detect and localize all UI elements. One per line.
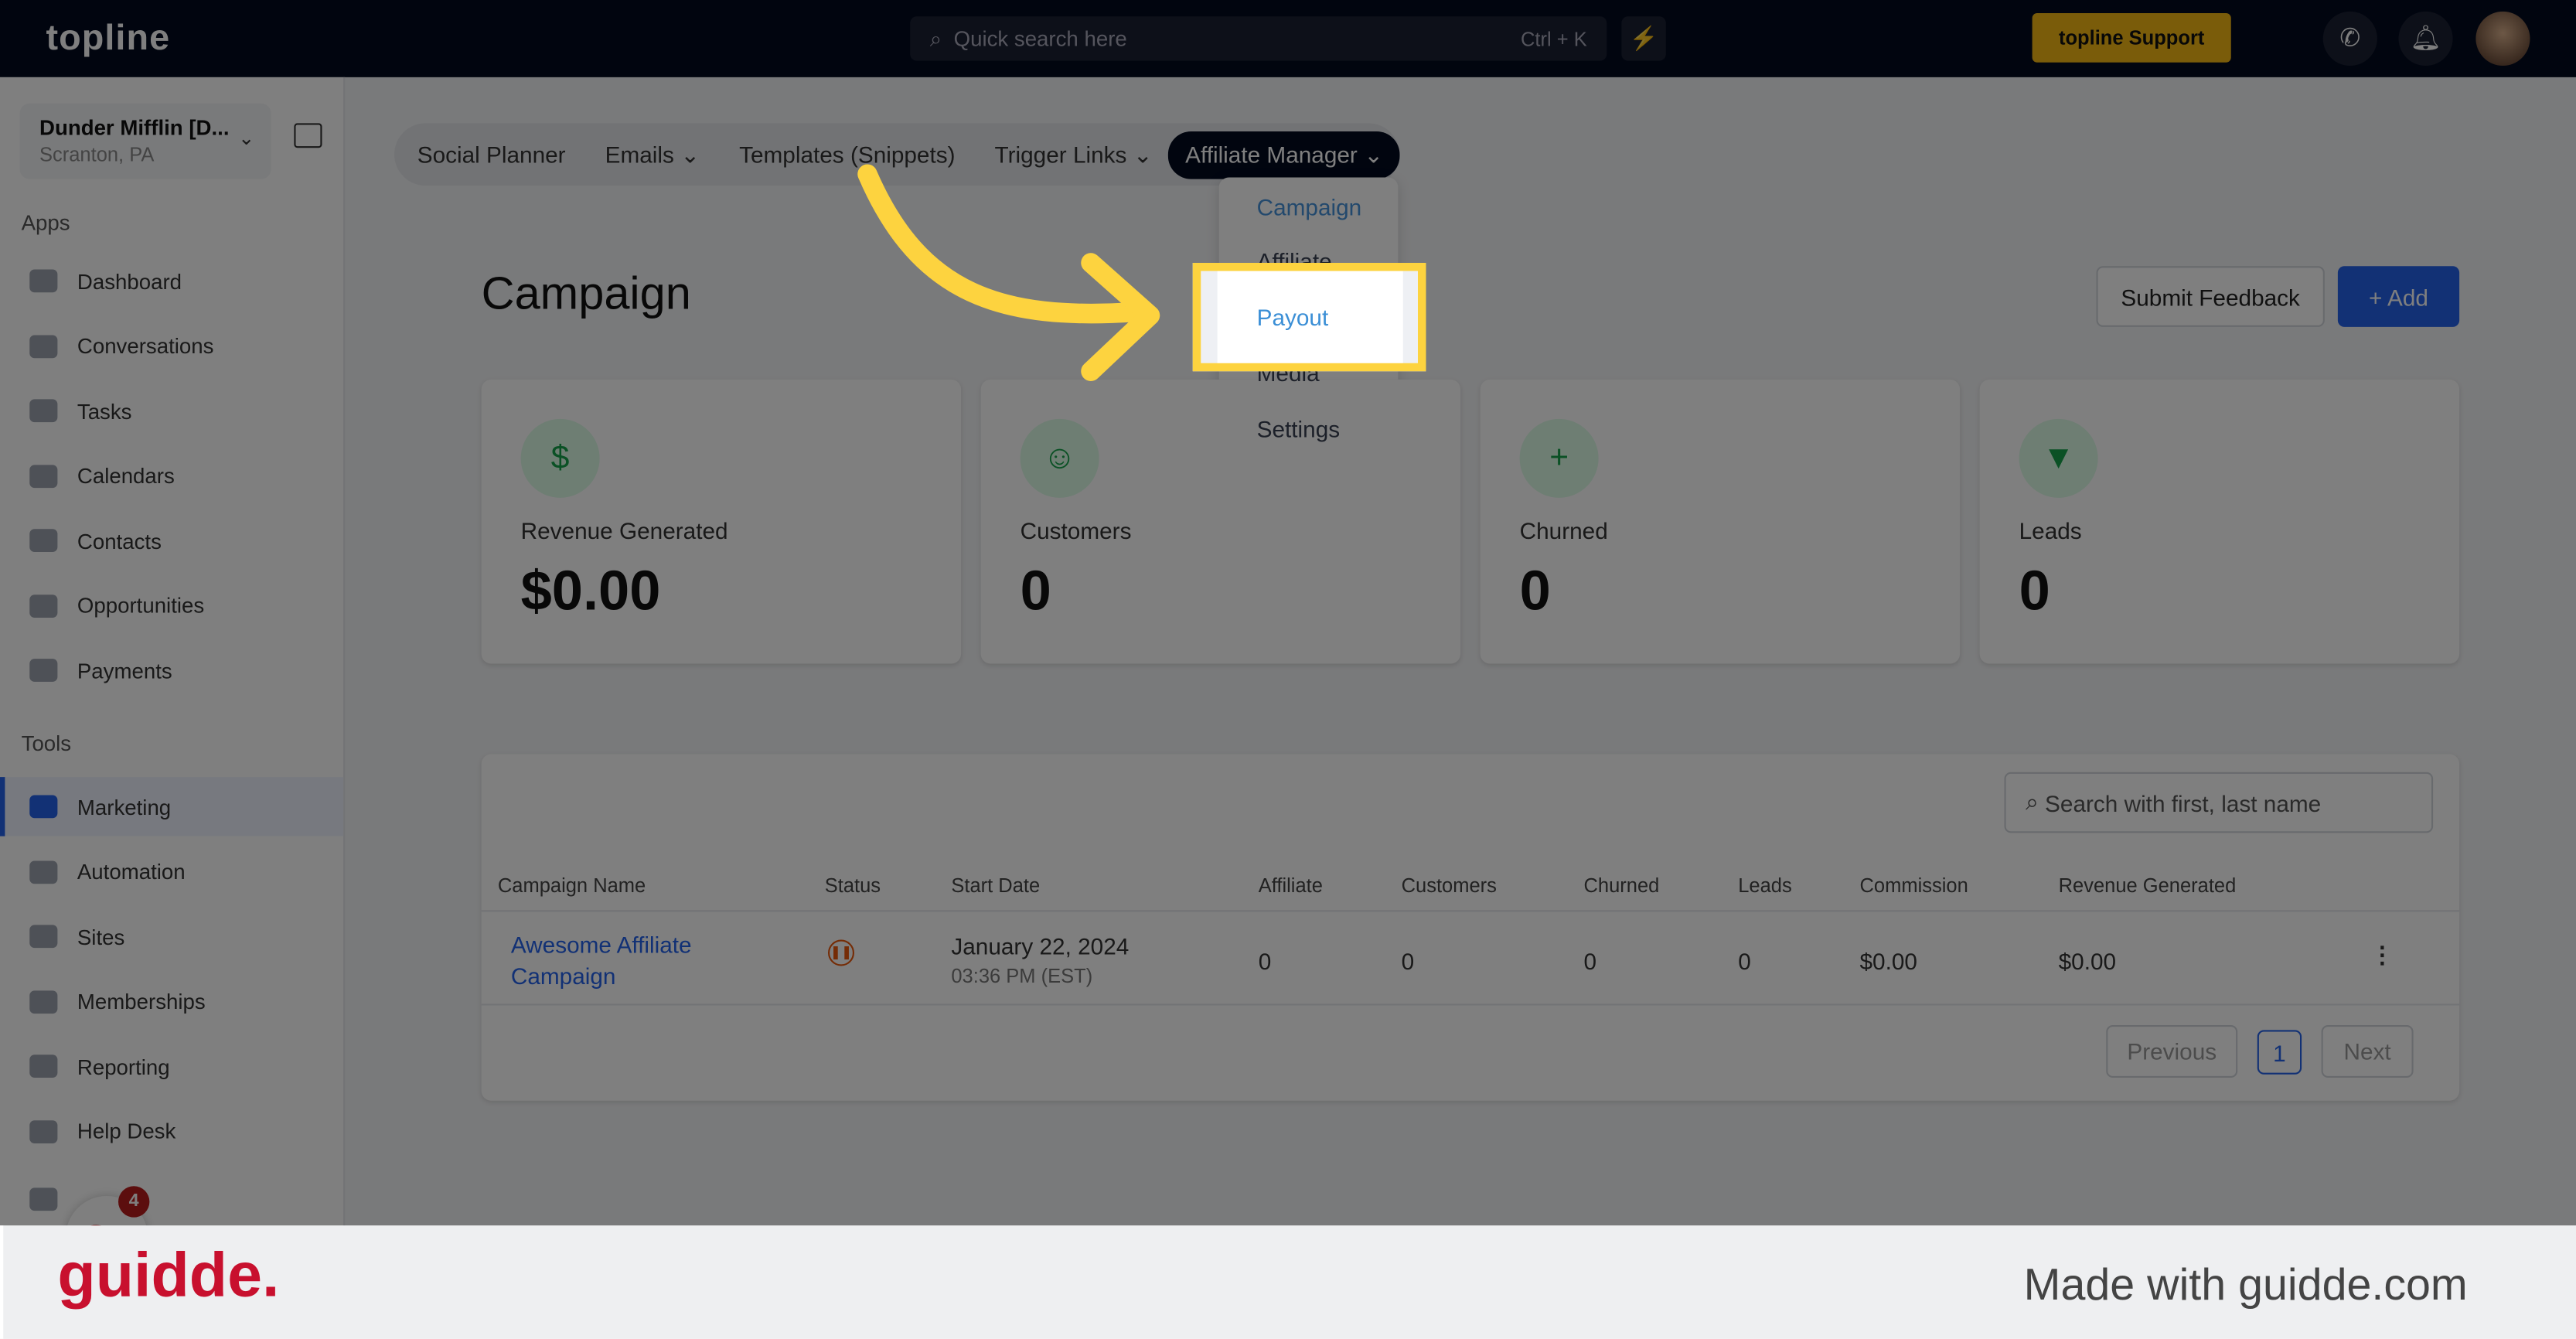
menu-item-campaign[interactable]: Campaign [1257, 194, 1362, 220]
screen: topline ⌕ Quick search hereCtrl + K ⚡ to… [0, 0, 2576, 1339]
menu-item-settings[interactable]: Settings [1257, 416, 1341, 442]
guidde-logo: guidde. [57, 1242, 280, 1311]
menu-item-payout[interactable]: Payout [1257, 304, 1329, 330]
footer-banner: guidde. Made with guidde.com [0, 1225, 2576, 1339]
made-with-text: Made with guidde.com [2023, 1259, 2468, 1310]
